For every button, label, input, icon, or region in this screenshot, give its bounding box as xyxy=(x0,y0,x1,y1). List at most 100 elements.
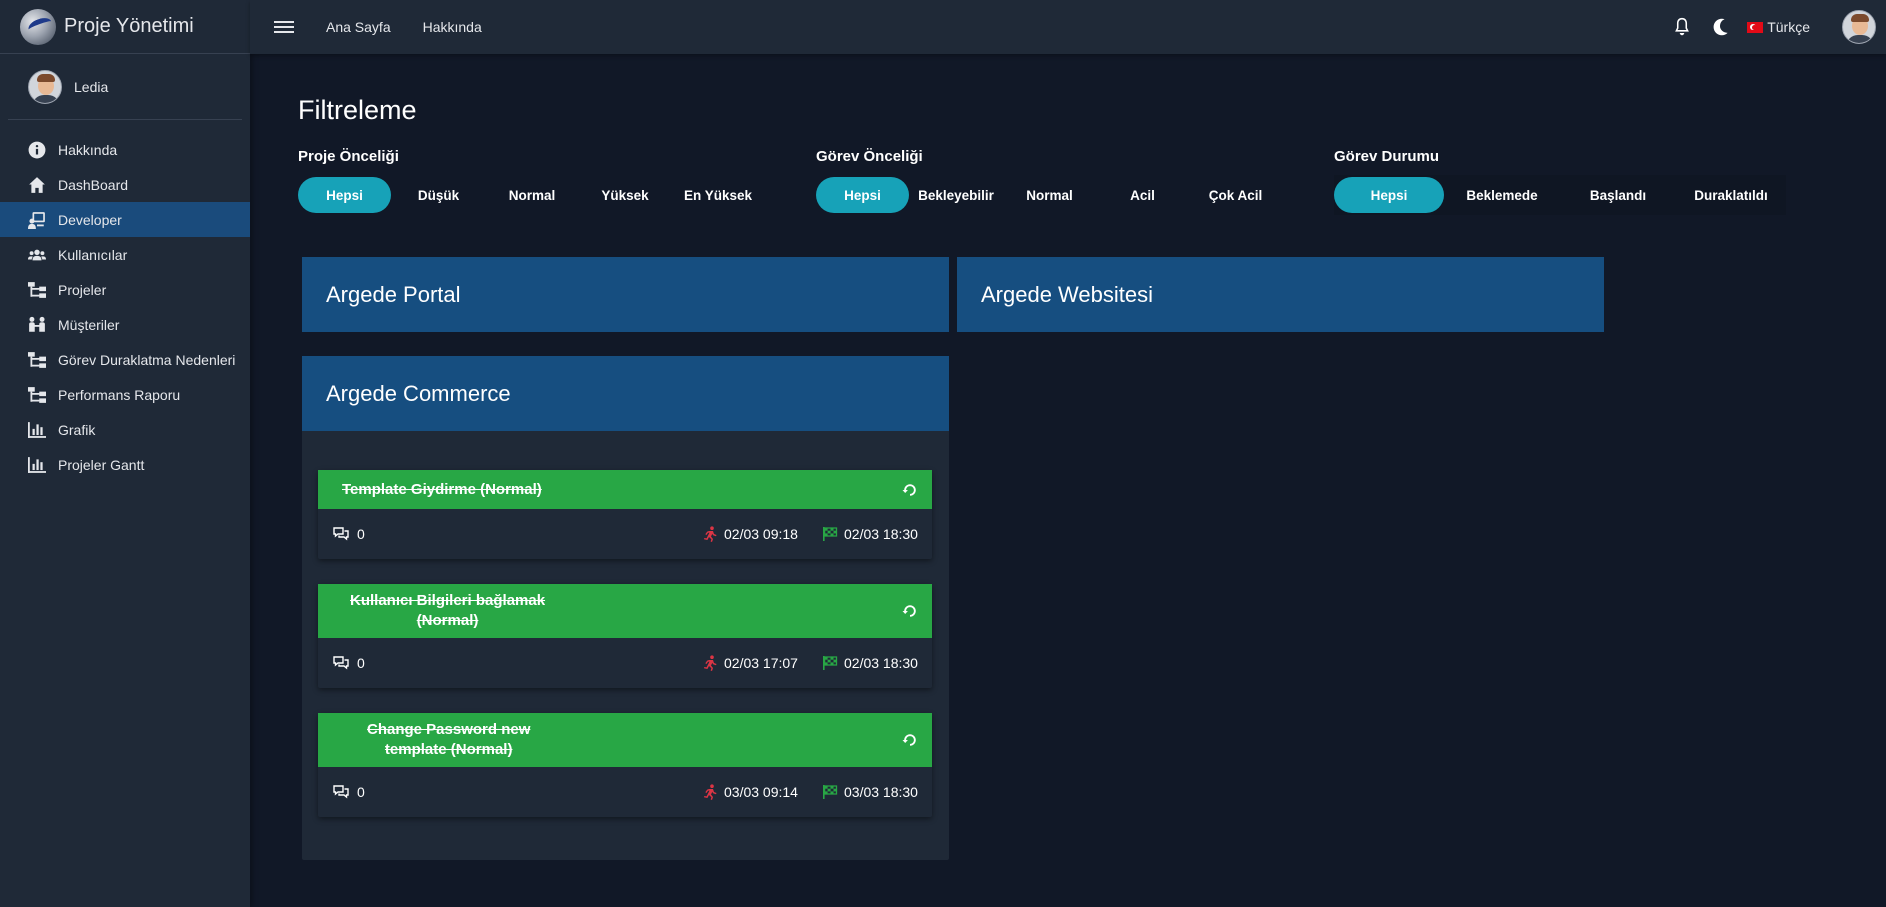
task-start-time: 03/03 09:14 xyxy=(702,784,798,800)
sidebar-item-kullanicilar[interactable]: Kullanıcılar xyxy=(0,237,250,272)
sidebar-item-label: DashBoard xyxy=(58,176,129,193)
pill-group: Hepsi Bekleyebilir Normal Acil Çok Acil xyxy=(816,175,1282,215)
task-end-time: 03/03 18:30 xyxy=(822,784,918,800)
nav-link-ana-sayfa[interactable]: Ana Sayfa xyxy=(326,19,391,35)
filter-option-duraklatildi[interactable]: Duraklatıldı xyxy=(1676,177,1786,213)
project-title[interactable]: Argede Websitesi xyxy=(957,257,1604,332)
task-status-filter: Görev Durumu Hepsi Beklemede Başlandı Du… xyxy=(1334,148,1786,215)
menu-toggle-icon[interactable] xyxy=(274,18,294,36)
project-card: Argede Websitesi xyxy=(957,257,1604,332)
comments-icon xyxy=(333,655,351,671)
filter-option-cok-acil[interactable]: Çok Acil xyxy=(1189,177,1282,213)
nav-link-hakkinda[interactable]: Hakkında xyxy=(423,19,482,35)
home-icon xyxy=(26,176,48,194)
filter-option-normal[interactable]: Normal xyxy=(1003,177,1096,213)
chart-icon xyxy=(26,421,48,439)
running-icon xyxy=(702,655,720,671)
comment-count[interactable]: 0 xyxy=(333,784,365,800)
sitemap-icon xyxy=(26,351,48,369)
user-name: Ledia xyxy=(74,78,109,95)
reset-icon[interactable] xyxy=(902,732,918,748)
start-time-value: 02/03 09:18 xyxy=(724,526,798,542)
topbar-avatar[interactable] xyxy=(1842,10,1876,44)
comment-count-value: 0 xyxy=(357,784,365,800)
sidebar-item-label: Grafik xyxy=(58,421,96,438)
sidebar-item-projeler[interactable]: Projeler xyxy=(0,272,250,307)
running-icon xyxy=(702,526,720,542)
app-title: Proje Yönetimi xyxy=(64,15,194,37)
filter-option-beklemede[interactable]: Beklemede xyxy=(1444,177,1560,213)
developer-icon xyxy=(26,211,48,229)
checkered-flag-icon xyxy=(822,526,840,542)
turkey-flag-icon xyxy=(1747,21,1764,33)
chart-icon xyxy=(26,456,48,474)
sidebar-item-label: Görev Duraklatma Nedenleri xyxy=(58,351,236,368)
comments-icon xyxy=(333,526,351,542)
filter-option-hepsi[interactable]: Hepsi xyxy=(816,177,909,213)
user-panel[interactable]: Ledia xyxy=(8,54,242,120)
user-avatar xyxy=(28,69,62,104)
comment-count[interactable]: 0 xyxy=(333,655,365,671)
sidebar-item-musteriler[interactable]: Müşteriler xyxy=(0,307,250,342)
task-header: Kullanıcı Bilgileri bağlamak (Normal) xyxy=(318,584,932,638)
filter-option-bekleyebilir[interactable]: Bekleyebilir xyxy=(909,177,1003,213)
task-title: Template Giydirme (Normal) xyxy=(342,480,542,498)
pill-group: Hepsi Düşük Normal Yüksek En Yüksek xyxy=(298,175,764,215)
comment-count-value: 0 xyxy=(357,655,365,671)
sidebar-item-performans-raporu[interactable]: Performans Raporu xyxy=(0,377,250,412)
sitemap-icon xyxy=(26,281,48,299)
sidebar: Proje Yönetimi Ledia Hakkında DashBoard … xyxy=(0,0,250,907)
task-end-time: 02/03 18:30 xyxy=(822,655,918,671)
filter-option-baslandi[interactable]: Başlandı xyxy=(1560,177,1676,213)
project-title[interactable]: Argede Commerce xyxy=(302,356,949,431)
filter-option-acil[interactable]: Acil xyxy=(1096,177,1189,213)
page-title: Filtreleme xyxy=(298,95,417,125)
filter-label: Görev Durumu xyxy=(1334,148,1440,165)
comment-count-value: 0 xyxy=(357,526,365,542)
brand[interactable]: Proje Yönetimi xyxy=(0,0,250,54)
filter-option-en-yuksek[interactable]: En Yüksek xyxy=(672,177,764,213)
sidebar-item-developer[interactable]: Developer xyxy=(0,202,250,237)
task-start-time: 02/03 09:18 xyxy=(702,526,798,542)
language-label: Türkçe xyxy=(1767,19,1810,35)
sidebar-item-label: Kullanıcılar xyxy=(58,246,128,263)
sidebar-item-projeler-gantt[interactable]: Projeler Gantt xyxy=(0,447,250,482)
reset-icon[interactable] xyxy=(902,482,918,498)
info-icon xyxy=(26,141,48,159)
filter-option-yuksek[interactable]: Yüksek xyxy=(578,177,672,213)
task-footer: 0 02/03 17:07 02/03 18:30 xyxy=(318,638,932,688)
sidebar-item-label: Projeler xyxy=(58,281,107,298)
task-card[interactable]: Template Giydirme (Normal) 0 02/03 09:18… xyxy=(318,470,932,559)
filter-label: Görev Önceliği xyxy=(816,148,923,165)
topbar: Ana Sayfa Hakkında Türkçe xyxy=(250,0,1886,54)
comment-count[interactable]: 0 xyxy=(333,526,365,542)
sidebar-item-dashboard[interactable]: DashBoard xyxy=(0,167,250,202)
filter-option-hepsi[interactable]: Hepsi xyxy=(1334,177,1444,213)
sidebar-item-hakkinda[interactable]: Hakkında xyxy=(0,132,250,167)
filter-option-hepsi[interactable]: Hepsi xyxy=(298,177,391,213)
project-title[interactable]: Argede Portal xyxy=(302,257,949,332)
task-priority-filter: Görev Önceliği Hepsi Bekleyebilir Normal… xyxy=(816,148,1282,215)
filter-option-dusuk[interactable]: Düşük xyxy=(391,177,486,213)
task-header: Template Giydirme (Normal) xyxy=(318,470,932,509)
users-icon xyxy=(26,246,48,264)
task-title: Kullanıcı Bilgileri bağlamak (Normal) xyxy=(350,592,546,629)
filter-option-normal[interactable]: Normal xyxy=(486,177,578,213)
running-icon xyxy=(702,784,720,800)
bell-icon[interactable] xyxy=(1671,16,1693,38)
task-card[interactable]: Kullanıcı Bilgileri bağlamak (Normal) 0 0… xyxy=(318,584,932,688)
moon-icon[interactable] xyxy=(1709,16,1731,38)
end-time-value: 03/03 18:30 xyxy=(844,784,918,800)
task-title: Change Password new template (Normal) xyxy=(367,721,531,758)
filter-label: Proje Önceliği xyxy=(298,148,399,165)
language-selector[interactable]: Türkçe xyxy=(1747,19,1810,35)
sidebar-item-label: Performans Raporu xyxy=(58,386,181,403)
reset-icon[interactable] xyxy=(902,603,918,619)
topbar-actions: Türkçe xyxy=(1671,0,1876,54)
sidebar-menu: Hakkında DashBoard Developer Kullanıcıla… xyxy=(0,120,250,482)
sidebar-item-grafik[interactable]: Grafik xyxy=(0,412,250,447)
task-start-time: 02/03 17:07 xyxy=(702,655,798,671)
task-card[interactable]: Change Password new template (Normal) 0 0… xyxy=(318,713,932,817)
sidebar-item-gorev-duraklatma[interactable]: Görev Duraklatma Nedenleri xyxy=(0,342,250,377)
project-card: Argede Portal xyxy=(302,257,949,332)
